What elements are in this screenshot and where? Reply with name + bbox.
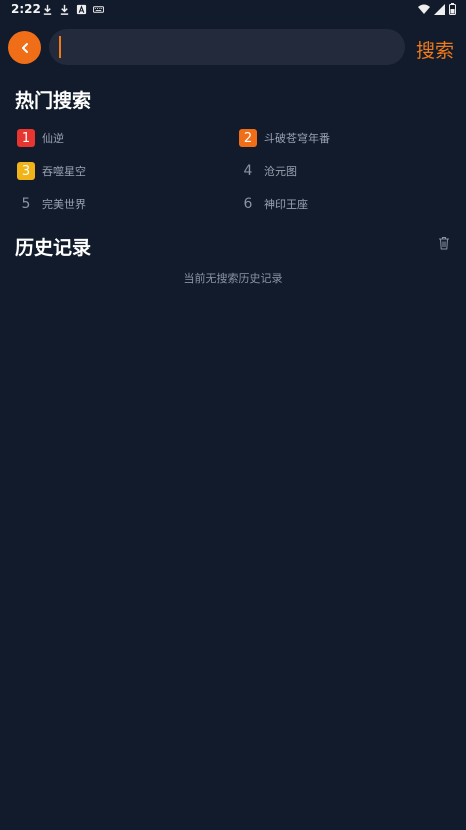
rank-number: 6 — [243, 196, 253, 212]
search-input[interactable] — [59, 29, 399, 67]
search-box[interactable] — [49, 29, 405, 67]
hot-search-item[interactable]: 3 吞噬星空 — [17, 161, 86, 181]
wifi-icon — [418, 4, 430, 14]
hot-search-label: 吞噬星空 — [42, 165, 86, 178]
status-notification-icons — [42, 4, 104, 15]
keyboard-icon — [93, 6, 104, 13]
download-icon — [60, 4, 69, 15]
rank-badge: 1 — [17, 129, 35, 147]
history-empty-text: 当前无搜索历史记录 — [183, 272, 283, 285]
trash-icon[interactable] — [438, 236, 450, 250]
hot-search-label: 斗破苍穹年番 — [264, 132, 330, 145]
hot-search-title: 热门搜索 — [15, 90, 92, 112]
status-bar: 2:22 — [0, 0, 466, 20]
a-icon — [76, 4, 87, 15]
search-button[interactable]: 搜索 — [416, 36, 454, 63]
status-time: 2:22 — [11, 2, 41, 16]
hot-search-item[interactable]: 6 神印王座 — [239, 194, 308, 214]
hot-search-item[interactable]: 1 仙逆 — [17, 128, 64, 148]
hot-search-item[interactable]: 2 斗破苍穹年番 — [239, 128, 330, 148]
back-button[interactable] — [8, 31, 41, 64]
chevron-left-icon — [21, 42, 28, 53]
hot-search-label: 完美世界 — [42, 198, 86, 211]
hot-search-label: 仙逆 — [42, 132, 64, 145]
signal-icon — [434, 3, 445, 15]
hot-search-label: 沧元图 — [264, 165, 297, 178]
hot-search-item[interactable]: 5 完美世界 — [17, 194, 86, 214]
rank-number: 4 — [243, 163, 253, 179]
hot-search-item[interactable]: 4 沧元图 — [239, 161, 297, 181]
rank-badge: 3 — [17, 162, 35, 180]
download-icon — [43, 4, 52, 15]
rank-number: 5 — [21, 196, 31, 212]
history-title: 历史记录 — [15, 237, 92, 259]
text-cursor — [59, 36, 61, 58]
battery-icon — [449, 3, 456, 15]
rank-badge: 2 — [239, 129, 257, 147]
status-system-icons — [418, 3, 456, 15]
hot-search-label: 神印王座 — [264, 198, 308, 211]
